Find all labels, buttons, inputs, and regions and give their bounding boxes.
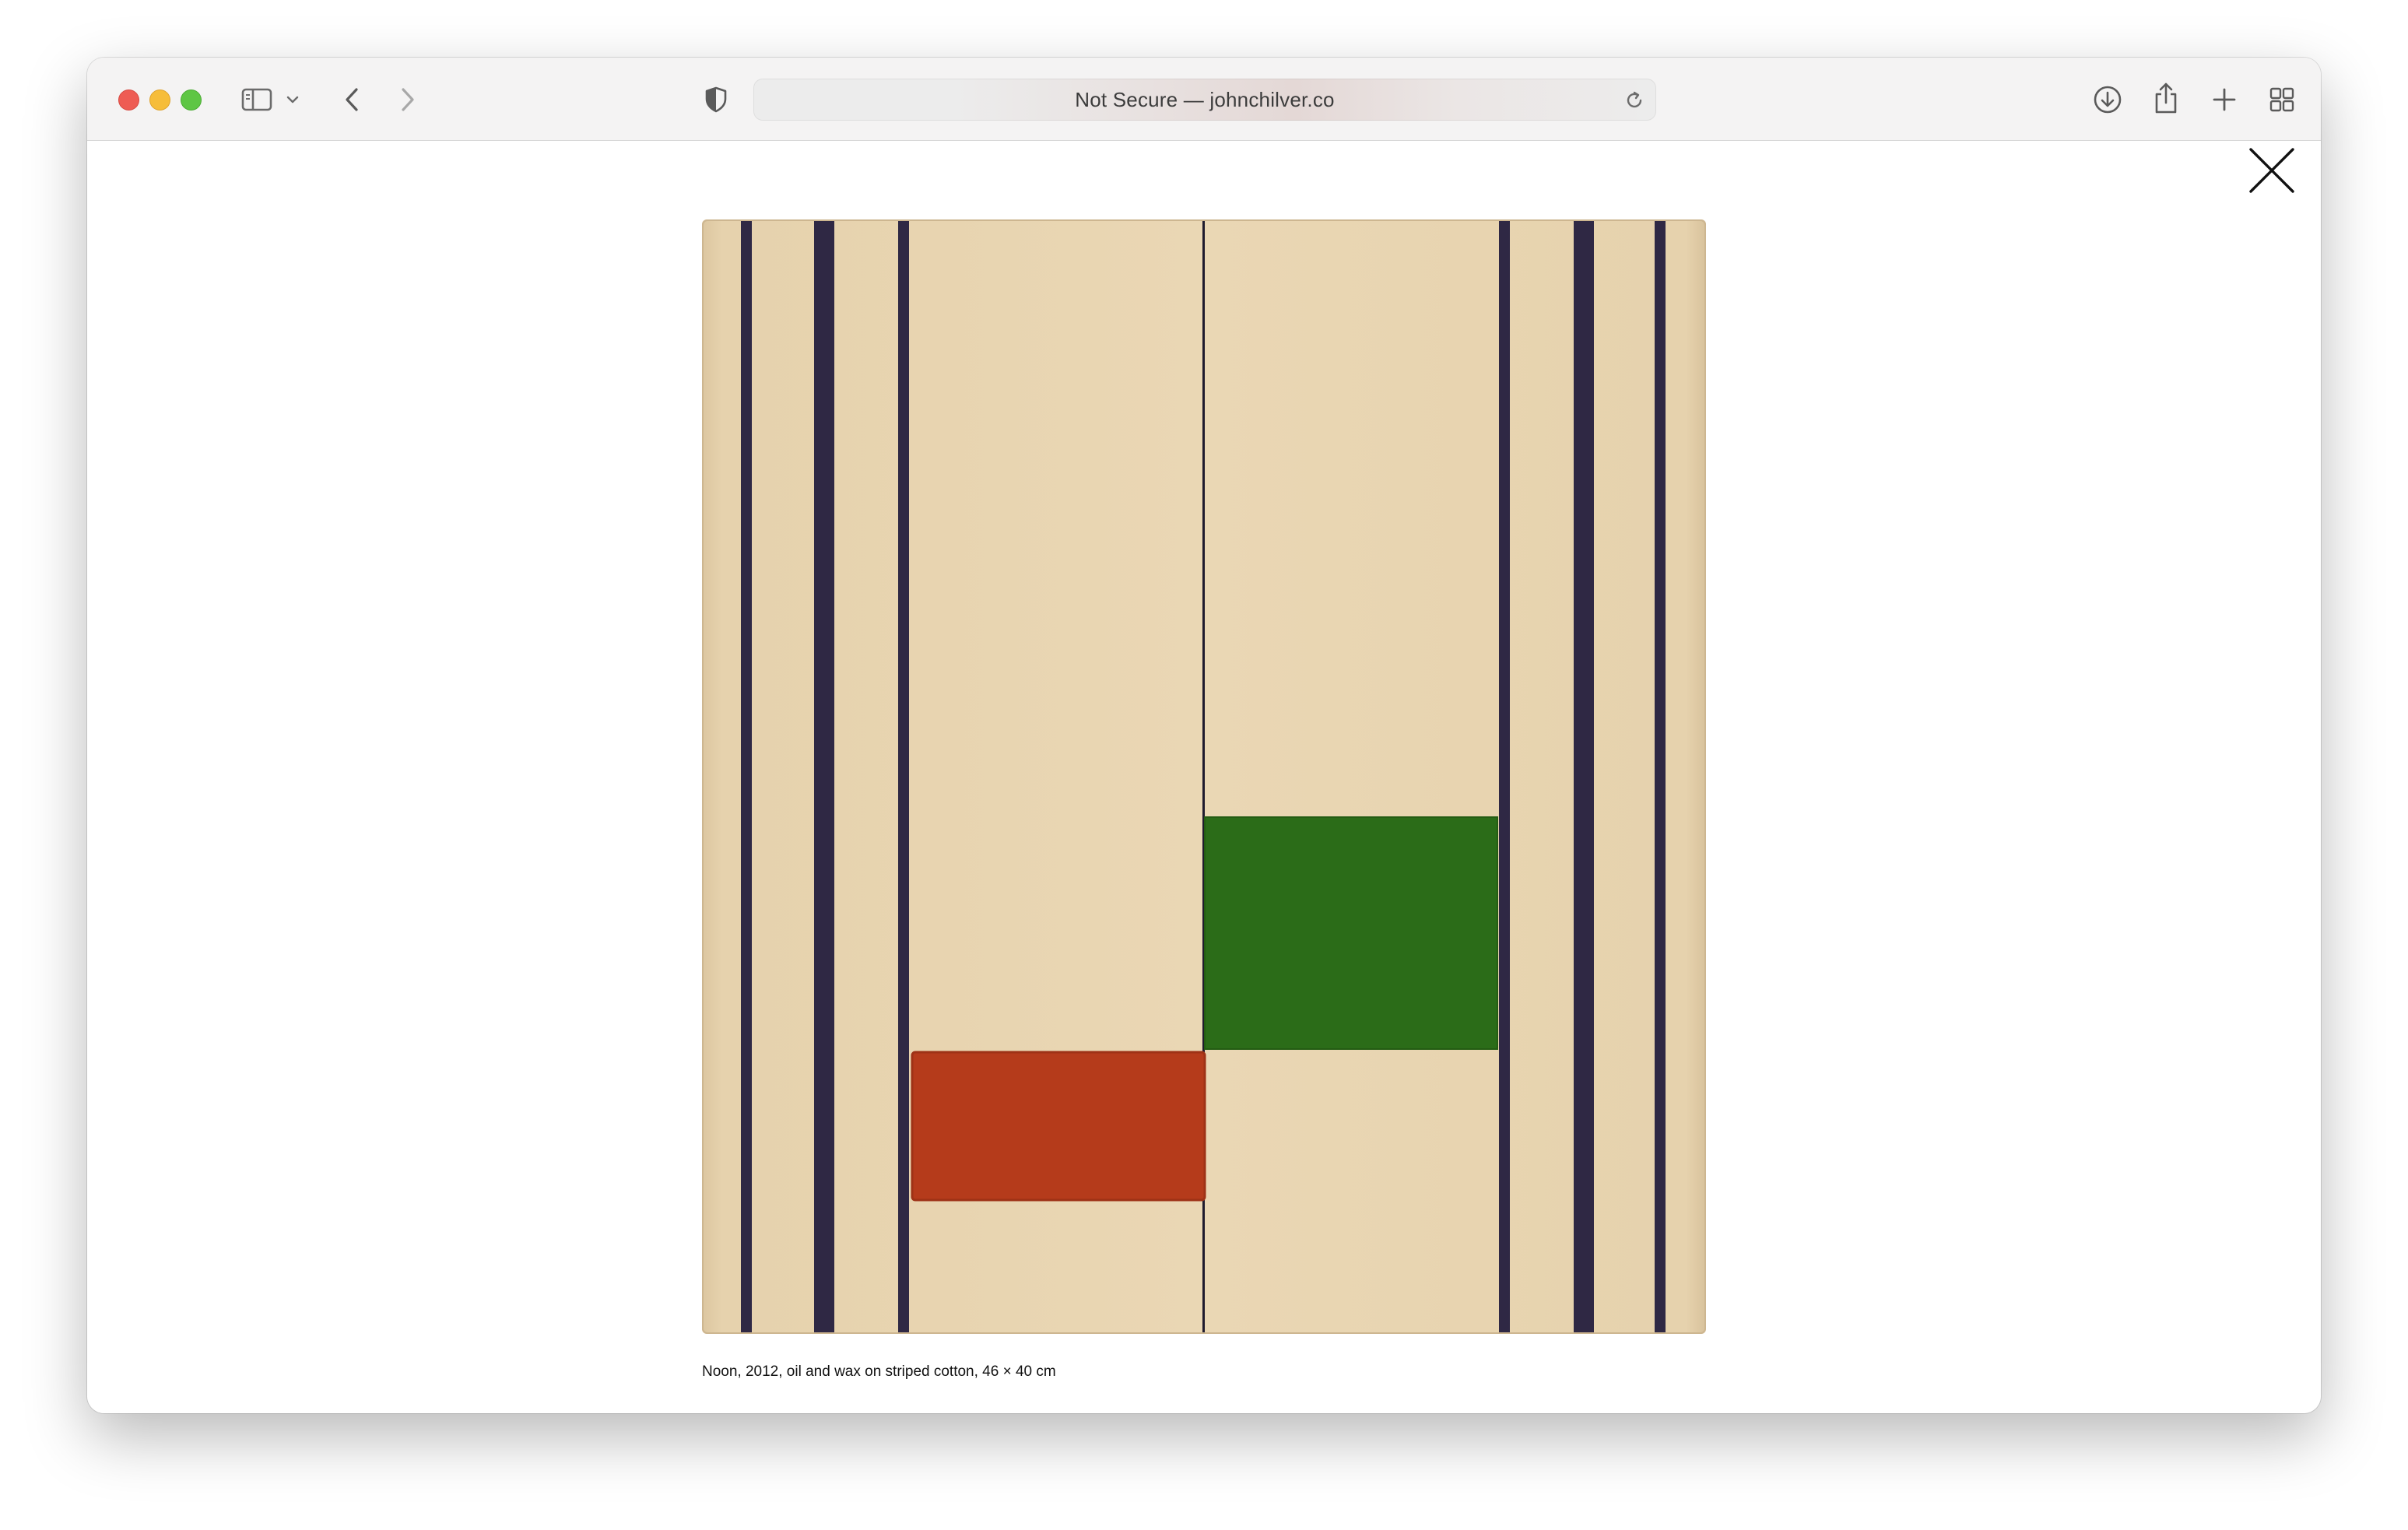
address-text: Not Secure — johnchilver.co: [1075, 87, 1335, 111]
minimize-window-button[interactable]: [149, 89, 170, 111]
stripe: [741, 219, 752, 1334]
zoom-window-button[interactable]: [181, 89, 202, 111]
download-icon[interactable]: [2090, 82, 2125, 117]
grid-icon[interactable]: [2266, 84, 2297, 115]
artwork-caption: Noon, 2012, oil and wax on striped cotto…: [702, 1363, 1056, 1380]
reload-icon[interactable]: [1623, 89, 1645, 111]
plus-icon[interactable]: [2209, 84, 2240, 115]
address-bar[interactable]: Not Secure — johnchilver.co: [753, 79, 1656, 121]
stripe: [1655, 219, 1666, 1334]
sidebar-icon[interactable]: [240, 84, 274, 115]
stripe: [898, 219, 909, 1334]
close-icon[interactable]: [2248, 146, 2296, 195]
stripe: [1574, 219, 1594, 1334]
green-block: [1205, 817, 1497, 1049]
browser-toolbar: Not Secure — johnchilver.co: [87, 58, 2321, 141]
forward-arrow-icon[interactable]: [394, 84, 422, 115]
shield-icon[interactable]: [700, 84, 732, 115]
browser-window: Not Secure — johnchilver.co Noon, 2012, …: [87, 58, 2321, 1413]
desktop: Not Secure — johnchilver.co Noon, 2012, …: [0, 0, 2408, 1530]
share-icon[interactable]: [2150, 79, 2182, 117]
artwork-image: [702, 219, 1706, 1334]
close-window-button[interactable]: [118, 89, 139, 111]
stripe: [1499, 219, 1510, 1334]
stripe: [814, 219, 834, 1334]
back-arrow-icon[interactable]: [338, 84, 366, 115]
red-block: [912, 1052, 1205, 1200]
chevron-down-icon[interactable]: [283, 92, 302, 107]
